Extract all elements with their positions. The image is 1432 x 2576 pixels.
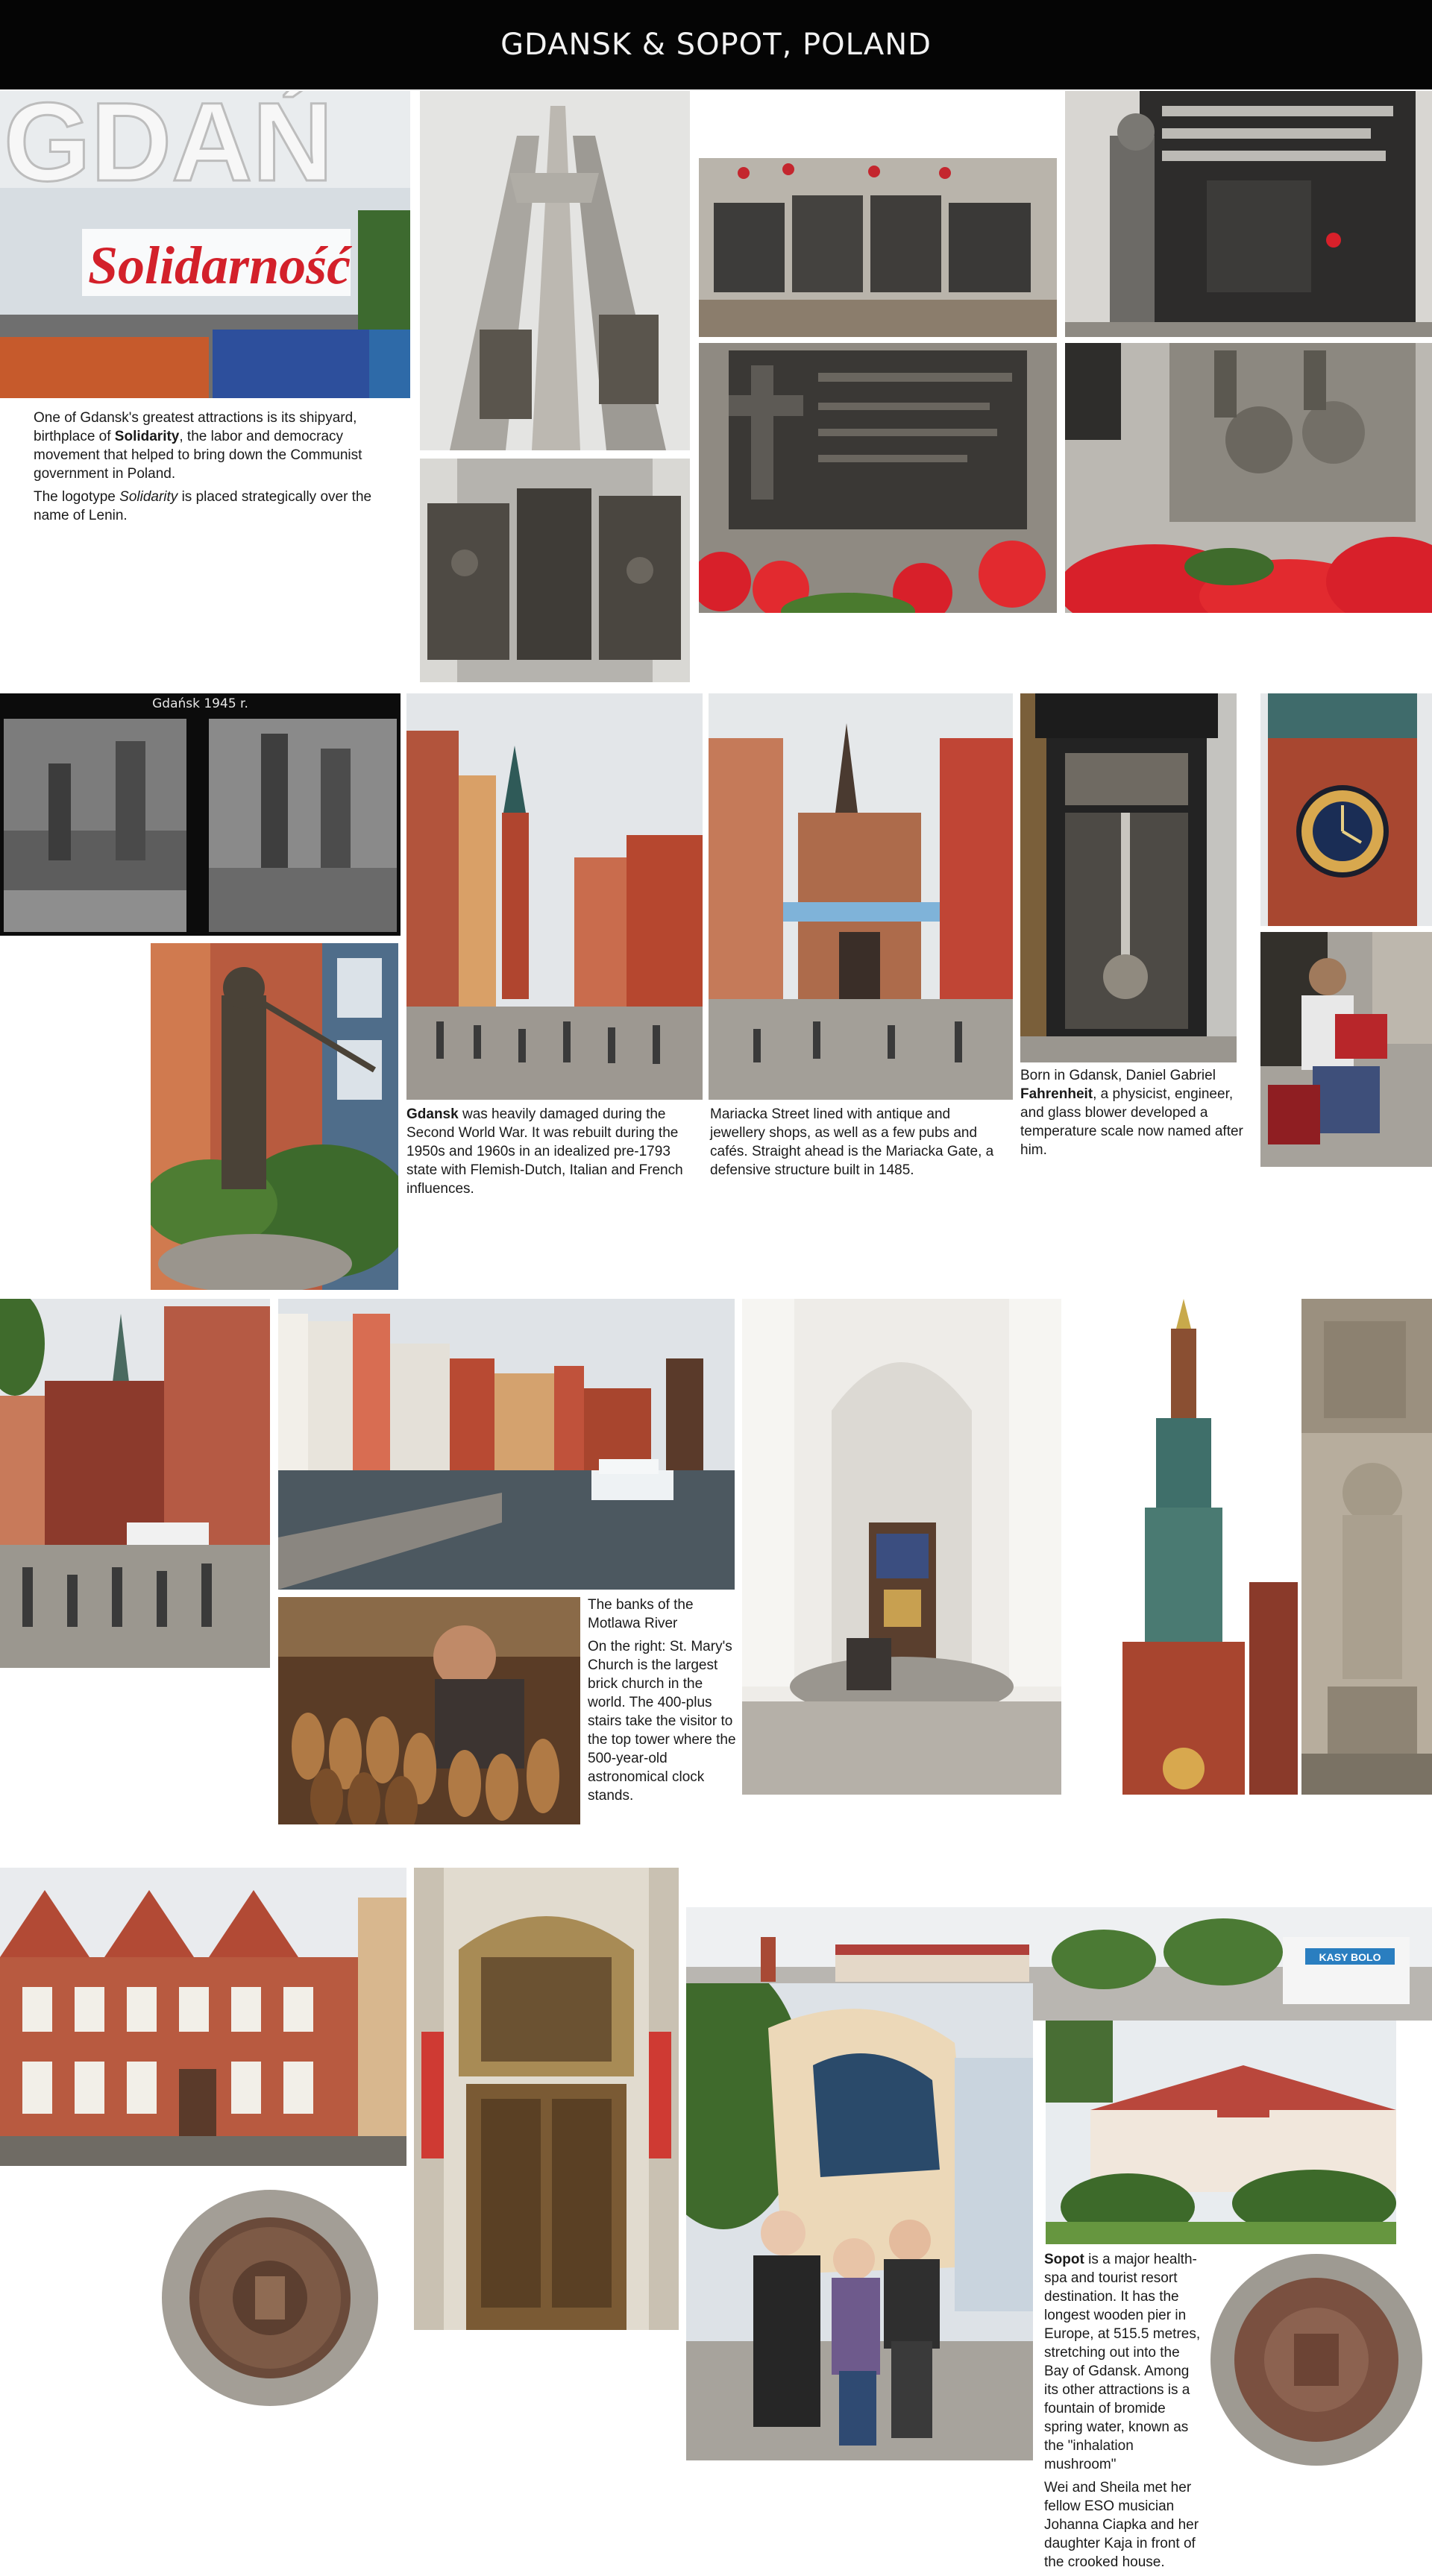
caption-mariacka: Mariacka Street lined with antique and j… [710,1106,994,1178]
bakery-sign-text: KASY BOLO [1319,1951,1381,1963]
caption-motlawa: The banks of the Motlawa River On the ri… [588,1597,736,1804]
photo-crooked-house-group [686,1983,1033,2460]
photo-church-interior [742,1299,1061,1795]
photo-relief-flowers [1065,343,1432,613]
photo-fahrenheit-thermometer [1020,693,1237,1062]
caption-shipyard: One of Gdansk's greatest attractions is … [34,409,406,529]
caption-sopot: Sopot is a major health-spa and tourist … [1044,2252,1201,2570]
photo-monument-crosses [420,91,690,450]
solidarnosc-logo: Solidarność [88,236,352,295]
photo-solidarity-sign: GDAŃ Solidarność [0,91,410,398]
caption-shipyard-p2: The logotype Solidarity is placed strate… [34,489,372,523]
photo-st-marys-street [0,1299,270,1668]
photo-wood-carvings [278,1597,580,1824]
photo-atlas-statue [1301,1299,1432,1795]
sign-letters: GDAŃ [4,91,333,204]
photo-manhole-gdansk [160,2188,380,2408]
caption-gdansk-rebuilt: Gdansk was heavily damaged during the Se… [406,1106,683,1197]
photo-memorial-plaques [699,158,1057,337]
photo-great-armoury [0,1868,406,2166]
photo-town-hall-spire [1070,1299,1298,1795]
photo-ornate-doorway [414,1868,679,2330]
photo-motlawa-river [278,1299,735,1590]
photo-long-market [406,693,703,1100]
page-title: GDANSK & SOPOT, POLAND [500,28,932,62]
caption-shipyard-p1: One of Gdansk's greatest attractions is … [34,410,362,482]
photo-monument-reliefs [420,459,690,682]
photo-gdansk-1945: Gdańsk 1945 r. [0,693,401,936]
photo-clock-tower [1260,693,1432,926]
caption-fahrenheit: Born in Gdansk, Daniel Gabriel Fahrenhei… [1020,1068,1243,1158]
photo-worker-statue [1065,91,1432,337]
photo-neptune-fountain [151,943,398,1290]
photo-manhole-sopot [1208,2252,1425,2468]
photo-mariacka-street [709,693,1013,1100]
page-header: GDANSK & SOPOT, POLAND [0,0,1432,89]
photo-plaque-cross [699,343,1057,613]
photo-boy-accordion [1260,932,1432,1167]
photo-sopot-spa [1046,2021,1396,2244]
